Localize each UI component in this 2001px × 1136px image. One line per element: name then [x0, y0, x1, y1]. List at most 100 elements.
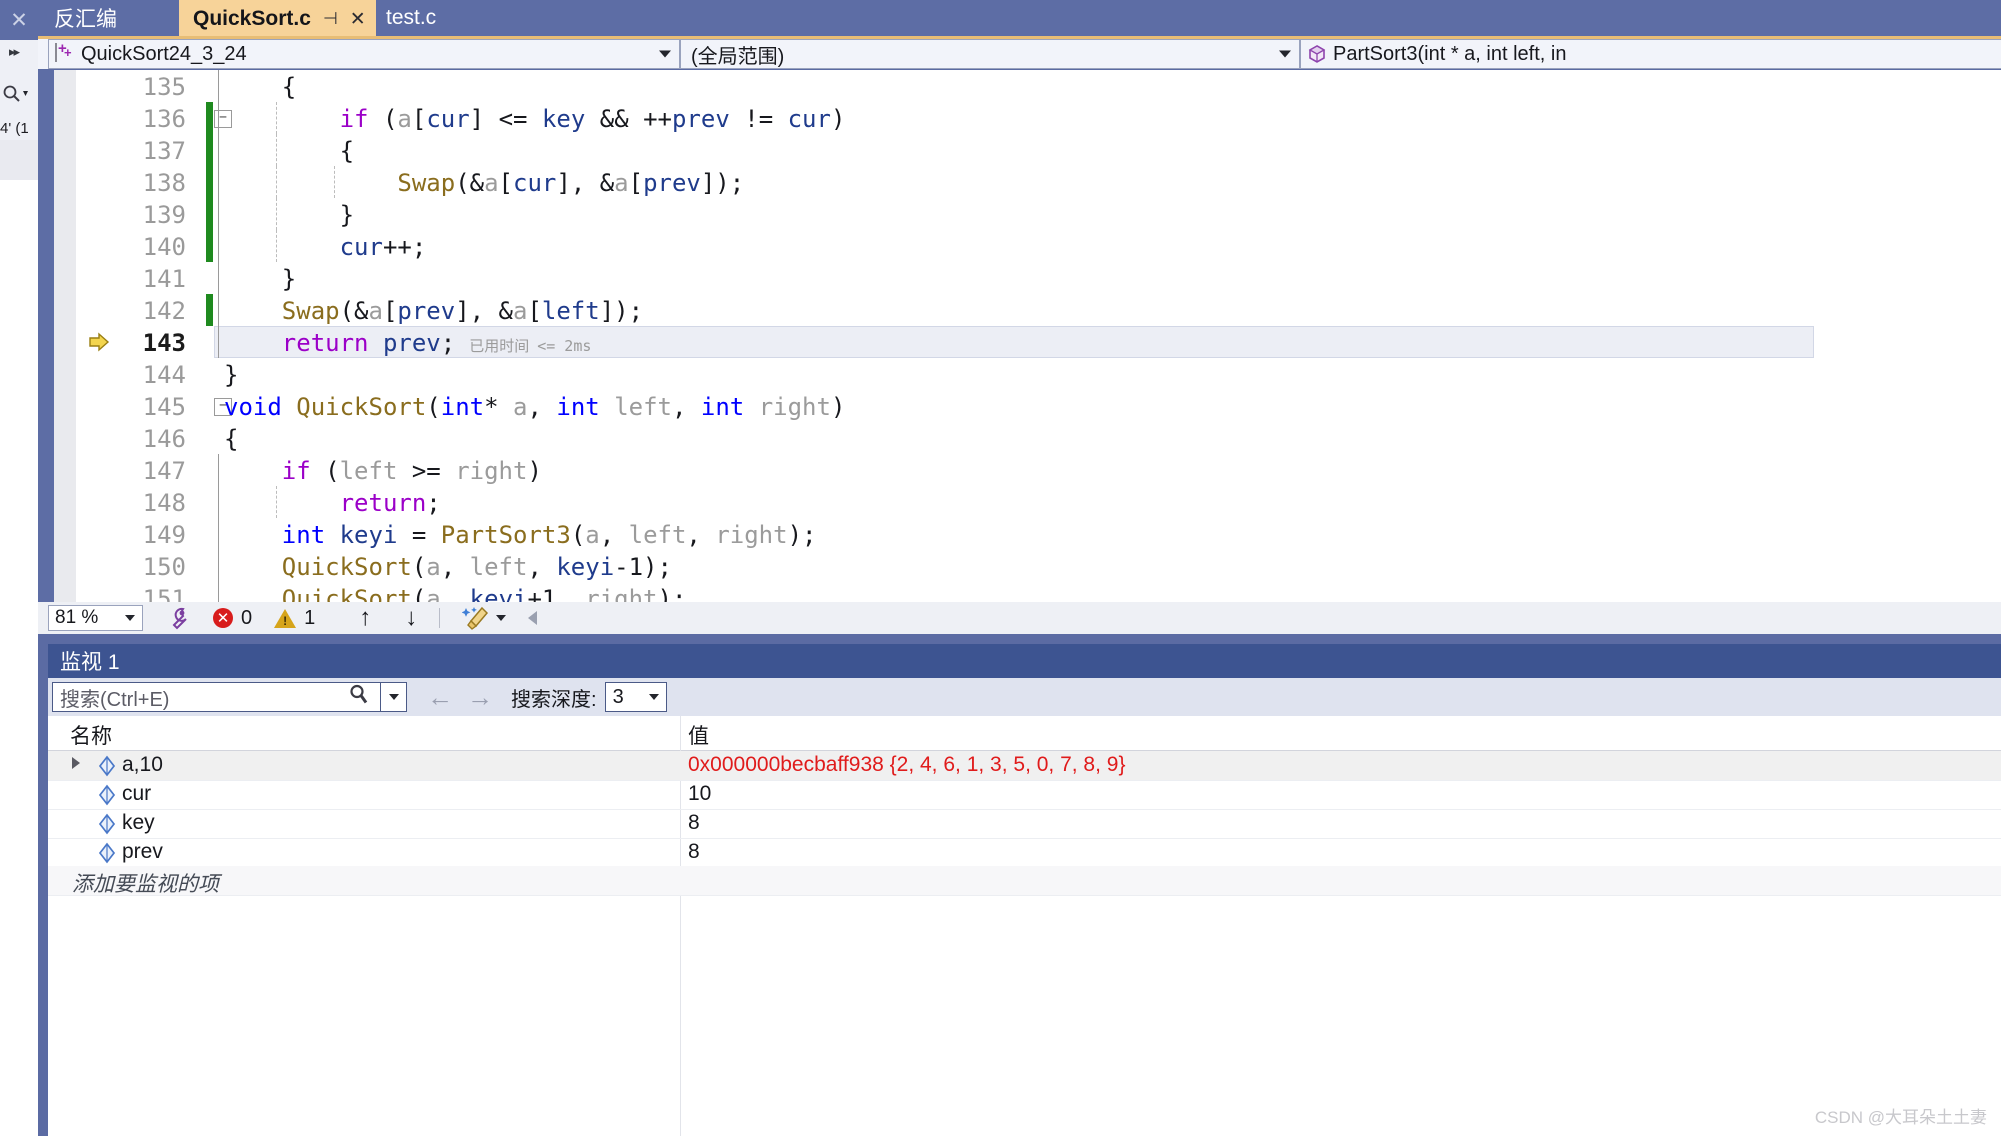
member-dropdown[interactable]: PartSort3(int * a, int left, in [1300, 39, 2001, 69]
indent-guide [218, 518, 220, 550]
warning-count-indicator[interactable]: 1 [274, 607, 315, 630]
indent-guide [218, 486, 220, 518]
code-token: QuickSort [281, 585, 412, 602]
left-strip-count: 4' (1 [0, 120, 29, 137]
line-number: 140 [142, 233, 186, 261]
column-header-name[interactable]: 名称 [70, 720, 112, 750]
find-icon[interactable] [2, 84, 28, 109]
code-token: return [339, 489, 427, 517]
error-count-indicator[interactable]: ✕ 0 [213, 607, 252, 630]
left-strip-blank [0, 180, 38, 1136]
variable-icon [96, 813, 118, 835]
code-token: , [599, 521, 629, 549]
table-row[interactable]: prev 8 [48, 838, 2001, 868]
code-token: int [281, 521, 326, 549]
scope-dropdown[interactable]: (全局范围) [680, 39, 1300, 69]
left-strip-row [0, 140, 38, 180]
watch-variable-value[interactable]: 8 [688, 811, 700, 835]
code-line[interactable] [38, 70, 2001, 102]
code-token: [ [498, 169, 513, 197]
line-number: 151 [142, 585, 186, 602]
expand-arrow-icon[interactable] [72, 757, 80, 769]
code-token: cur [339, 233, 383, 261]
code-line[interactable] [38, 134, 2001, 166]
search-forward-button[interactable]: → [467, 682, 493, 713]
table-row[interactable]: cur 10 [48, 780, 2001, 810]
search-magnifier-icon[interactable] [348, 684, 370, 711]
pin-icon[interactable]: ⊣ [323, 9, 338, 29]
code-token: ); [787, 521, 817, 549]
watch-variable-value[interactable]: 10 [688, 782, 711, 806]
table-row[interactable]: a,10 0x000000becbaff938 {2, 4, 6, 1, 3, 5… [48, 751, 2001, 781]
watch-add-row[interactable]: 添加要监视的项 [48, 866, 2001, 896]
search-options-dropdown[interactable] [380, 683, 406, 711]
indent-guide [218, 262, 220, 294]
tab-disassembly[interactable]: 反汇编 [38, 0, 133, 36]
chevron-down-icon[interactable] [125, 615, 135, 621]
close-icon[interactable]: ✕ [350, 8, 366, 31]
code-token: -1); [614, 553, 672, 581]
search-input[interactable]: 搜索(Ctrl+E) [52, 682, 407, 712]
watch-variable-value[interactable]: 8 [688, 840, 700, 864]
code-cleanup-icon [462, 606, 489, 630]
elapsed-time-label: 已用时间 [469, 338, 530, 355]
code-token: } [224, 361, 239, 389]
scroll-left-arrow[interactable] [528, 611, 538, 625]
code-token: if [339, 105, 369, 133]
previous-issue-button[interactable]: ↑ [359, 604, 371, 632]
code-line[interactable] [38, 102, 2001, 134]
tab-test-c[interactable]: test.c [370, 0, 452, 36]
change-indicator-bar [206, 230, 213, 262]
code-token: ) [830, 105, 846, 133]
method-cube-icon [1307, 44, 1327, 64]
project-dropdown[interactable]: QuickSort24_3_24 [48, 39, 680, 69]
search-back-button[interactable]: ← [427, 682, 453, 713]
code-token: && ++ [585, 105, 672, 133]
add-watch-placeholder: 添加要监视的项 [72, 873, 219, 896]
chevron-down-icon[interactable] [1279, 50, 1291, 58]
variable-icon [96, 784, 118, 806]
code-line[interactable] [38, 262, 2001, 294]
watermark-text: CSDN @大耳朵土土妻 [1814, 1108, 1987, 1127]
line-number: 147 [142, 457, 186, 485]
code-text: { [282, 73, 296, 101]
table-row[interactable]: key 8 [48, 809, 2001, 839]
code-line[interactable] [38, 422, 2001, 454]
code-token: PartSort3 [440, 521, 571, 549]
scope-dropdown-value: (全局范围) [691, 45, 785, 68]
code-text: { [224, 425, 238, 453]
code-editor[interactable]: 135{136− if (a[cur] <= key && ++prev != c… [38, 70, 2001, 602]
tab-quicksort-c[interactable]: QuickSort.c ⊣ ✕ [179, 0, 376, 36]
code-line[interactable] [38, 358, 2001, 390]
watch-variable-name[interactable]: prev [122, 840, 163, 864]
zoom-level-dropdown[interactable]: 81 % [48, 605, 143, 631]
search-depth-dropdown[interactable]: 3 [604, 682, 667, 712]
code-cleanup-button[interactable] [462, 605, 507, 631]
watch-variable-value[interactable]: 0x000000becbaff938 {2, 4, 6, 1, 3, 5, 0,… [688, 753, 1125, 777]
next-issue-button[interactable]: ↓ [405, 604, 417, 632]
code-line[interactable] [38, 486, 2001, 518]
left-strip-close-button[interactable]: ✕ [0, 0, 38, 40]
change-indicator-bar [206, 166, 213, 198]
tab-label: 反汇编 [54, 8, 117, 31]
code-line[interactable] [38, 166, 2001, 198]
code-token: Swap [281, 297, 340, 325]
watch-variable-name[interactable]: cur [122, 782, 151, 806]
code-token: ++; [382, 233, 427, 261]
debug-wrench-button[interactable] [165, 605, 191, 631]
watch-variable-name[interactable]: a,10 [122, 753, 163, 777]
chevron-down-icon[interactable] [648, 694, 659, 700]
watch-variable-name[interactable]: key [122, 811, 155, 835]
status-bar-fill [38, 634, 2001, 644]
expand-chevron-icon[interactable]: ▸▸ [9, 44, 20, 60]
column-header-value[interactable]: 值 [688, 720, 709, 750]
variable-icon [96, 842, 118, 864]
chevron-down-icon[interactable] [659, 50, 671, 58]
indent-guide [275, 102, 278, 134]
code-line[interactable] [38, 230, 2001, 262]
code-token: left [339, 457, 398, 485]
chevron-down-icon[interactable] [496, 615, 507, 621]
code-token: , [440, 585, 470, 602]
collapse-region-icon[interactable]: − [214, 110, 232, 128]
code-line[interactable] [38, 198, 2001, 230]
